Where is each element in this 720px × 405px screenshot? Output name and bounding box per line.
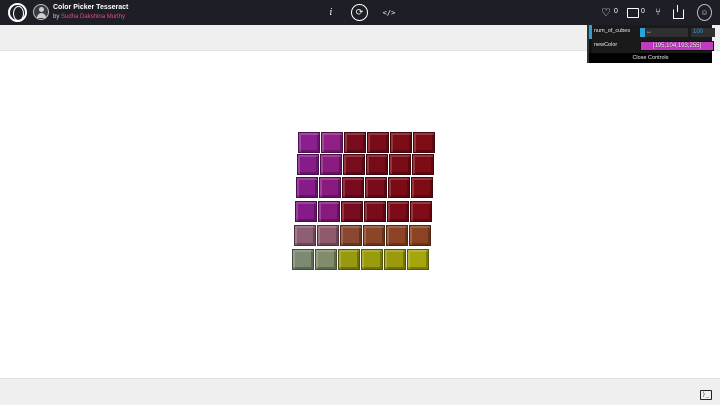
num-of-cubes-slider-fill	[640, 28, 645, 37]
sketch-title: Color Picker Tesseract	[53, 4, 129, 11]
color-cube	[344, 132, 366, 153]
color-cube	[320, 154, 342, 175]
color-cube	[365, 177, 387, 198]
rerun-icon[interactable]: ⟳	[351, 4, 368, 21]
comment-icon[interactable]	[627, 4, 639, 21]
color-cube	[298, 132, 320, 153]
color-cube	[390, 132, 412, 153]
sketch-byline: by Sudha Dakshina Murthy	[53, 12, 128, 22]
new-color-picker[interactable]: [195,104,193,255]	[640, 41, 714, 51]
color-cube	[340, 225, 362, 246]
color-cube	[318, 201, 340, 222]
color-cube	[361, 249, 383, 270]
author-avatar-icon[interactable]	[33, 4, 49, 20]
bottom-bar	[0, 378, 720, 405]
color-cube	[315, 249, 337, 270]
color-cube	[413, 132, 435, 153]
color-cube	[389, 154, 411, 175]
color-cube	[338, 249, 360, 270]
color-cube	[294, 225, 316, 246]
color-cube	[412, 154, 434, 175]
color-cube	[411, 177, 433, 198]
color-cube	[295, 201, 317, 222]
share-icon[interactable]	[672, 4, 684, 21]
color-cube	[384, 249, 406, 270]
slider-grip-icon[interactable]: ↔	[646, 28, 652, 37]
user-account-icon[interactable]: ☺	[697, 4, 712, 21]
comment-count: 0	[641, 8, 645, 15]
new-color-row: newColor [195,104,193,255]	[589, 39, 714, 53]
author-link[interactable]: Sudha Dakshina Murthy	[61, 14, 125, 20]
num-of-cubes-input[interactable]: 100	[691, 28, 715, 37]
sketch-title-block: Color Picker Tesseract by Sudha Dakshina…	[53, 4, 128, 22]
color-cube	[317, 225, 339, 246]
new-color-label: newColor	[594, 42, 618, 48]
color-cube	[386, 225, 408, 246]
top-navigation-bar: Color Picker Tesseract by Sudha Dakshina…	[0, 0, 720, 25]
like-count: 0	[614, 8, 618, 15]
color-cube	[410, 201, 432, 222]
color-cube	[342, 177, 364, 198]
color-cube	[363, 225, 385, 246]
color-cube	[409, 225, 431, 246]
color-cube	[297, 154, 319, 175]
color-cube	[319, 177, 341, 198]
console-icon[interactable]: ⟩_	[700, 390, 712, 400]
color-cube	[321, 132, 343, 153]
byline-prefix: by	[53, 14, 60, 20]
controls-panel: num_of_cubes ↔ 100 newColor [195,104,193…	[587, 25, 715, 63]
close-controls-button[interactable]: Close Controls	[589, 53, 712, 63]
color-cube	[407, 249, 429, 270]
color-cube	[366, 154, 388, 175]
num-of-cubes-label: num_of_cubes	[594, 28, 631, 34]
color-cube	[292, 249, 314, 270]
color-cube	[343, 154, 365, 175]
num-of-cubes-slider[interactable]: ↔	[640, 28, 688, 37]
color-cube	[367, 132, 389, 153]
sketch-canvas[interactable]	[0, 52, 720, 378]
code-icon[interactable]: </>	[382, 4, 396, 21]
heart-icon[interactable]: ♡	[600, 4, 612, 21]
color-cube	[296, 177, 318, 198]
color-cube	[364, 201, 386, 222]
color-cube	[387, 201, 409, 222]
color-cube	[388, 177, 410, 198]
openprocessing-logo-icon[interactable]	[8, 3, 27, 22]
info-icon[interactable]: i	[326, 4, 336, 21]
color-cube	[341, 201, 363, 222]
num-of-cubes-row: num_of_cubes ↔ 100	[589, 25, 715, 39]
fork-icon[interactable]: ⑂	[653, 4, 663, 21]
